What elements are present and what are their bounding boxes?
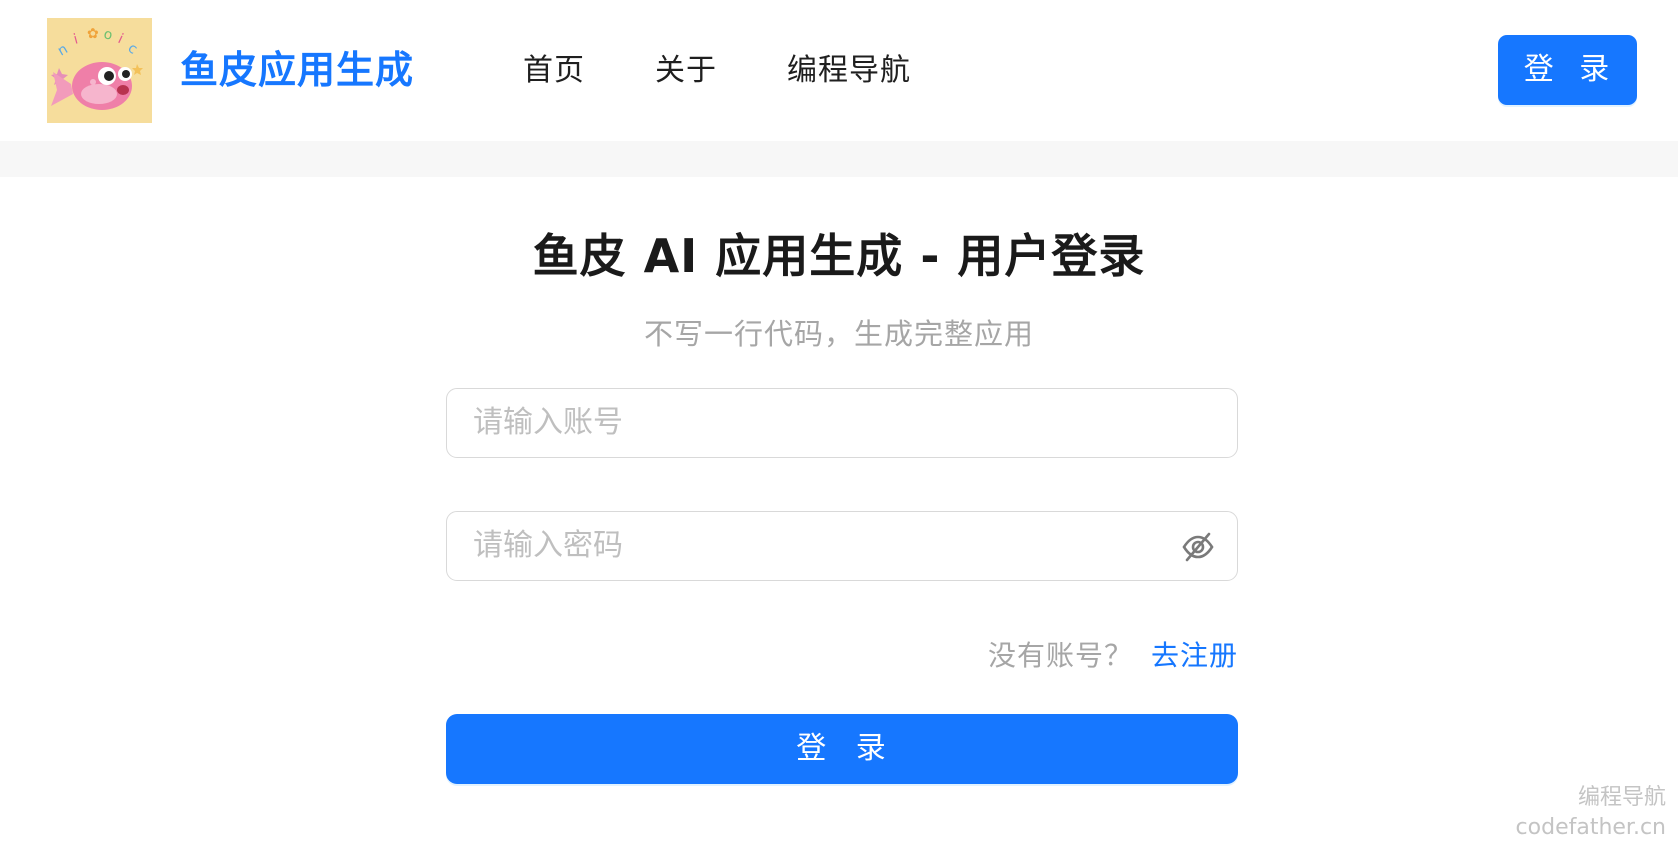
watermark-line1: 编程导航 xyxy=(1577,785,1666,810)
login-submit-button[interactable]: 登 录 xyxy=(446,714,1238,784)
password-field[interactable] xyxy=(446,511,1238,581)
fish-logo[interactable]: n i ✿ o i c xyxy=(47,18,152,123)
eye-invisible-icon[interactable] xyxy=(1181,530,1215,564)
page-subtitle: 不写一行代码，生成完整应用 xyxy=(643,317,1034,351)
account-input[interactable] xyxy=(473,389,1173,456)
svg-text:✿: ✿ xyxy=(87,26,99,42)
fish-logo-image: n i ✿ o i c xyxy=(47,18,152,123)
account-field[interactable] xyxy=(446,388,1238,458)
password-input[interactable] xyxy=(473,512,1173,579)
brand-title[interactable]: 鱼皮应用生成 xyxy=(180,44,414,96)
nav-item-coding-nav[interactable]: 编程导航 xyxy=(787,50,911,92)
nav-item-home[interactable]: 首页 xyxy=(523,50,585,92)
main-nav: 首页 关于 编程导航 xyxy=(523,50,981,92)
page-title: 鱼皮 AI 应用生成 - 用户登录 xyxy=(532,229,1146,283)
header-divider xyxy=(0,141,1678,177)
top-header: n i ✿ o i c 鱼皮应用生成 首页 关于 编程导航 登 录 xyxy=(0,0,1678,141)
nav-item-about[interactable]: 关于 xyxy=(655,50,717,92)
register-row: 没有账号？ 去注册 xyxy=(446,636,1238,676)
register-link[interactable]: 去注册 xyxy=(1151,639,1238,672)
register-hint: 没有账号？ xyxy=(987,639,1133,672)
watermark-line2: codefather.cn xyxy=(1515,815,1666,840)
header-login-button[interactable]: 登 录 xyxy=(1498,35,1637,105)
